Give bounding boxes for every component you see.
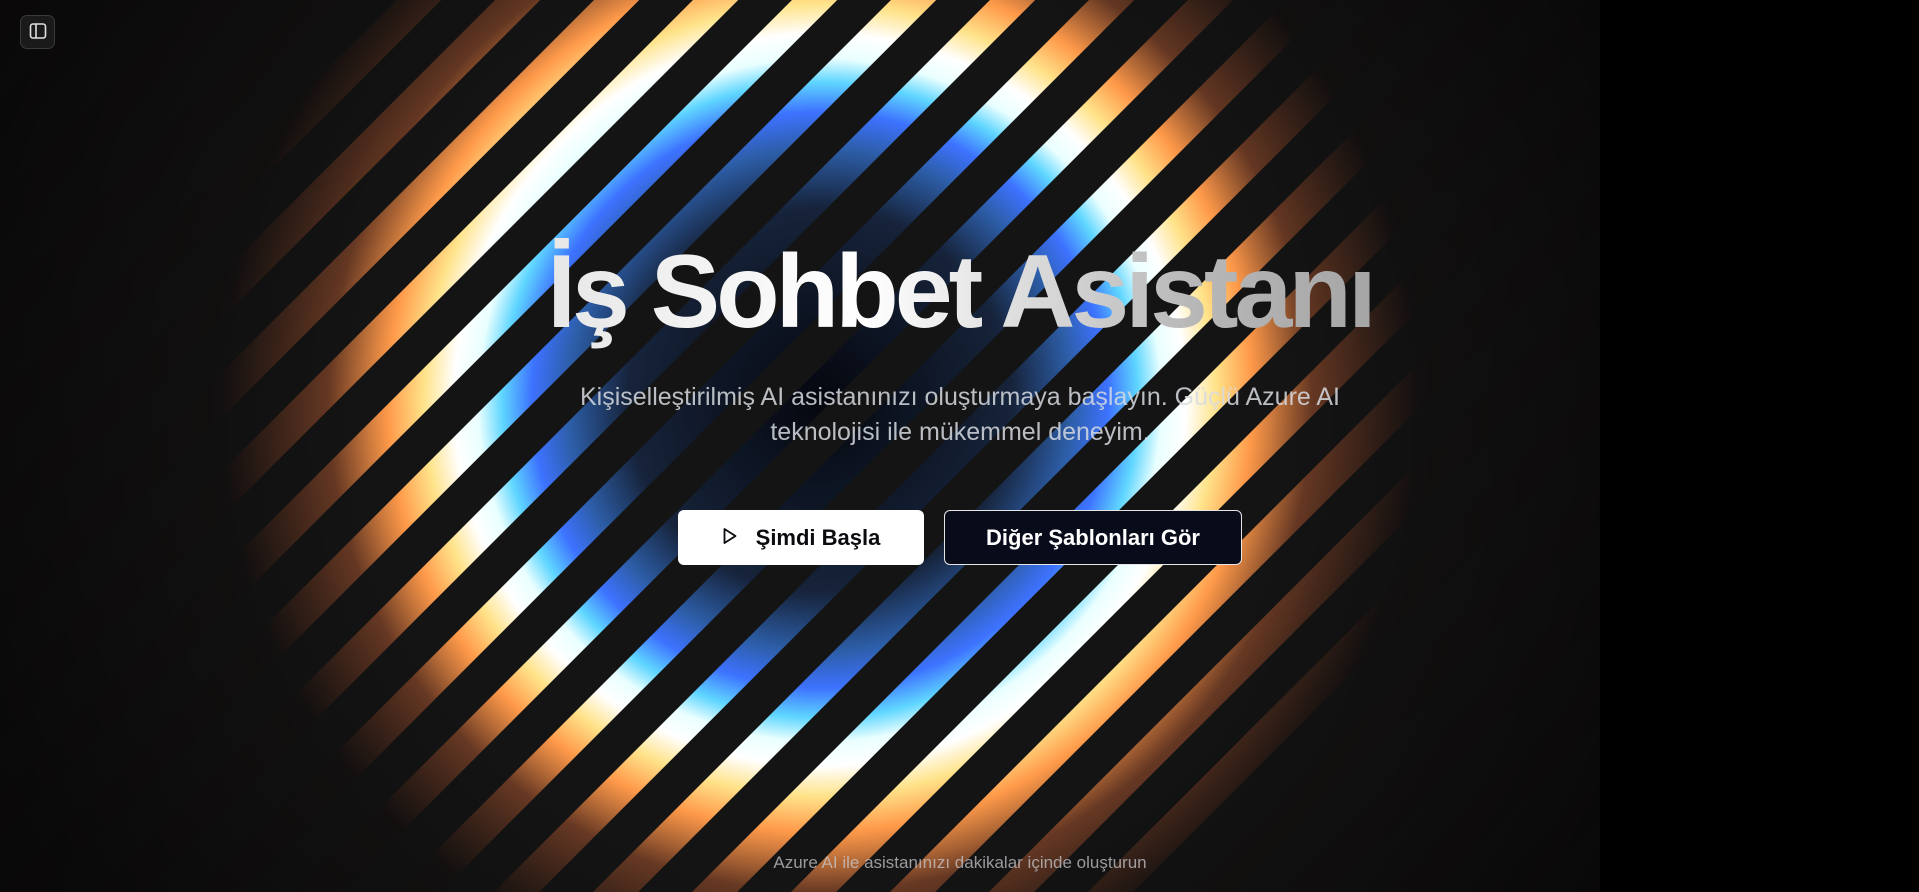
view-other-templates-button[interactable]: Diğer Şablonları Gör	[944, 510, 1242, 565]
hero-subtitle: Kişiselleştirilmiş AI asistanınızı oluşt…	[0, 380, 1919, 450]
start-now-button[interactable]: Şimdi Başla	[678, 510, 924, 565]
hero-subtitle-line-2: teknolojisi ile mükemmel deneyim.	[770, 418, 1150, 446]
footer-note: Azure AI ile asistanınızı dakikalar için…	[773, 853, 1147, 872]
play-icon	[722, 525, 738, 551]
hero-actions: Şimdi Başla Diğer Şablonları Gör	[0, 510, 1919, 565]
hero-section: İş Sohbet Asistanı Kişiselleştirilmiş AI…	[0, 0, 1600, 892]
page-title: İş Sohbet Asistanı	[0, 232, 1919, 352]
start-now-label: Şimdi Başla	[755, 524, 881, 550]
hero-subtitle-line-1: Kişiselleştirilmiş AI asistanınızı oluşt…	[579, 383, 1341, 411]
